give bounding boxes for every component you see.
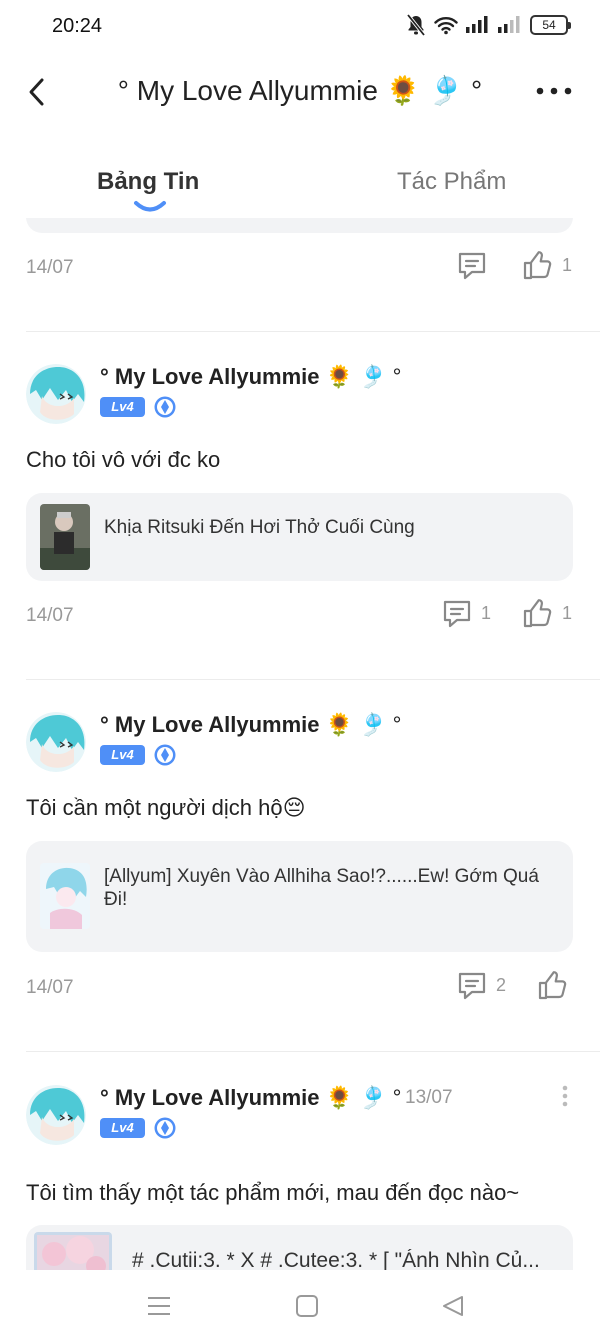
tab-bar: Bảng Tin Tác Phẩm	[0, 160, 600, 218]
author-name-text: ° My Love Allyummie	[100, 712, 320, 737]
link-thumbnail	[40, 863, 90, 929]
like-button[interactable]: 1	[522, 597, 572, 629]
like-count: 1	[562, 254, 573, 275]
verified-badge-icon	[154, 396, 176, 418]
thumbs-up-icon	[523, 251, 552, 280]
comment-count: 2	[496, 974, 507, 995]
verified-badge-icon	[154, 1117, 176, 1139]
author-emoji-suffix: 🌻 🎐 °	[319, 1085, 402, 1110]
author-emoji-suffix: 🌻 🎐 °	[319, 364, 402, 389]
page-title: ° My Love Allyummie 🌻 🎐 °	[117, 75, 483, 106]
battery-indicator: 54	[530, 15, 571, 35]
comment-button[interactable]	[456, 249, 488, 281]
back-nav-icon[interactable]	[440, 1294, 468, 1318]
more-options-icon[interactable]	[536, 84, 572, 98]
post-date: 14/07	[26, 977, 74, 998]
comment-icon	[443, 600, 471, 628]
signal-icon	[466, 16, 488, 33]
top-bar: ° My Love Allyummie 🌻 🎐 °	[0, 60, 600, 124]
link-title: # .Cutii:3. * X # .Cutee:3. * [ "Ánh Nhì…	[132, 1249, 540, 1270]
avatar[interactable]	[26, 712, 86, 772]
thumbs-up-icon	[538, 971, 567, 1000]
like-count: 1	[562, 602, 573, 623]
recent-apps-icon[interactable]	[145, 1294, 173, 1318]
level-badge: Lv4	[100, 397, 145, 417]
author-name-text: ° My Love Allyummie	[100, 364, 320, 389]
system-nav-bar	[0, 1270, 600, 1343]
author-name-text: ° My Love Allyummie	[100, 1085, 320, 1110]
post-text: Tôi cần một người dịch hộ😔	[26, 795, 306, 820]
divider	[26, 331, 600, 332]
post-footer: 14/07 1 1	[26, 597, 573, 637]
link-card[interactable]: Khịa Ritsuki Đến Hơi Thở Cuối Cùng	[26, 493, 573, 581]
comment-count: 1	[481, 602, 492, 623]
battery-level: 54	[542, 18, 556, 32]
link-title: Khịa Ritsuki Đến Hơi Thở Cuối Cùng	[104, 517, 415, 538]
status-bar: 20:24 54	[0, 0, 600, 54]
link-title: [Allyum] Xuyên Vào Allhiha Sao!?......Ew…	[104, 866, 539, 910]
comment-button[interactable]: 1	[441, 597, 491, 629]
post-date: 14/07	[26, 605, 74, 626]
author-name[interactable]: ° My Love Allyummie 🌻 🎐 °	[100, 712, 401, 738]
active-tab-indicator	[134, 201, 166, 212]
signal-weak-icon	[498, 16, 520, 33]
level-badge: Lv4	[100, 1118, 145, 1138]
tab-bang-tin[interactable]: Bảng Tin	[97, 168, 199, 196]
tab-tac-pham[interactable]: Tác Phẩm	[397, 168, 506, 196]
author-name[interactable]: ° My Love Allyummie 🌻 🎐 °	[100, 1085, 401, 1111]
post-text: Tôi tìm thấy một tác phẩm mới, mau đến đ…	[26, 1180, 520, 1205]
link-card[interactable]: [Allyum] Xuyên Vào Allhiha Sao!?......Ew…	[26, 841, 573, 952]
home-icon[interactable]	[293, 1294, 321, 1318]
like-button[interactable]: 1	[522, 249, 572, 281]
wifi-icon	[434, 17, 458, 35]
post-menu-icon[interactable]	[555, 1084, 575, 1108]
comment-icon	[458, 972, 486, 1000]
post-time: 13/07	[405, 1087, 453, 1108]
verified-badge-icon	[154, 744, 176, 766]
post-footer: 14/07 2	[26, 969, 573, 1009]
post-date: 14/07	[26, 257, 74, 278]
level-badge: Lv4	[100, 745, 145, 765]
comment-icon	[458, 252, 486, 280]
bell-muted-icon	[406, 14, 426, 36]
feed[interactable]: 14/07 1 ° My Love Allyummie 🌻 🎐 ° Lv4 Ch…	[0, 218, 600, 1270]
post-footer: 14/07 1	[26, 249, 573, 289]
link-thumbnail	[40, 504, 90, 570]
thumbs-up-icon	[523, 599, 552, 628]
author-emoji-suffix: 🌻 🎐 °	[319, 712, 402, 737]
status-icons: 54	[406, 14, 571, 36]
link-card[interactable]	[26, 218, 573, 233]
link-card[interactable]: # .Cutii:3. * X # .Cutee:3. * [ "Ánh Nhì…	[26, 1225, 573, 1270]
divider	[26, 679, 600, 680]
post-text: Cho tôi vô với đc ko	[26, 447, 221, 472]
avatar[interactable]	[26, 1085, 86, 1145]
author-name[interactable]: ° My Love Allyummie 🌻 🎐 °	[100, 364, 401, 390]
like-button[interactable]	[537, 969, 569, 1001]
divider	[26, 1051, 600, 1052]
avatar[interactable]	[26, 364, 86, 424]
status-time: 20:24	[52, 15, 103, 37]
link-thumbnail	[34, 1232, 112, 1270]
comment-button[interactable]: 2	[456, 969, 506, 1001]
